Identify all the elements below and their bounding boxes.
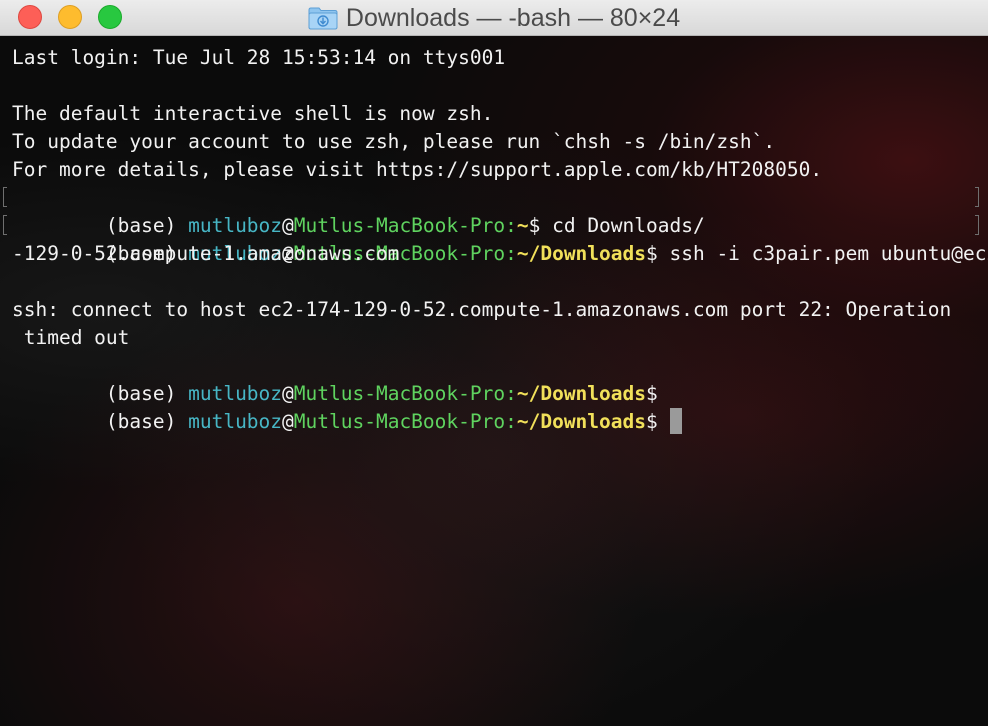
line-mark-left <box>3 187 7 207</box>
text-cursor[interactable] <box>669 408 682 434</box>
output-line: Last login: Tue Jul 28 15:53:14 on ttys0… <box>12 46 506 69</box>
terminal-output[interactable]: Last login: Tue Jul 28 15:53:14 on ttys0… <box>3 44 988 434</box>
output-line: To update your account to use zsh, pleas… <box>12 130 776 153</box>
prompt-line: (base) mutluboz@Mutlus-MacBook-Pro:~/Dow… <box>3 212 988 265</box>
prompt-user: mutluboz <box>188 410 283 433</box>
terminal-window: Downloads — -bash — 80×24 Last login: Tu… <box>0 0 988 726</box>
line-mark-right <box>975 187 979 207</box>
prompt-colon: : <box>505 410 517 433</box>
prompt-host: Mutlus-MacBook-Pro <box>293 410 506 433</box>
error-line: timed out <box>12 326 130 349</box>
prompt-base: (base) <box>105 410 189 433</box>
error-line: ssh: connect to host ec2-174-129-0-52.co… <box>12 298 952 321</box>
prompt-symbol: $ <box>646 410 658 433</box>
window-title-group: Downloads — -bash — 80×24 <box>0 0 988 36</box>
terminal-content[interactable]: Last login: Tue Jul 28 15:53:14 on ttys0… <box>0 36 988 726</box>
downloads-folder-icon <box>308 7 338 30</box>
prompt-line: (base) mutluboz@Mutlus-MacBook-Pro:~$ cd… <box>3 184 979 237</box>
title-bar[interactable]: Downloads — -bash — 80×24 <box>0 0 988 36</box>
command-wrap-line: -129-0-52.compute-1.amazonaws.com <box>12 242 400 265</box>
prompt-line: (base) mutluboz@Mutlus-MacBook-Pro:~/Dow… <box>12 352 978 405</box>
output-line: The default interactive shell is now zsh… <box>12 102 494 125</box>
active-prompt-line[interactable]: (base) mutluboz@Mutlus-MacBook-Pro:~/Dow… <box>12 380 978 434</box>
line-mark-left <box>3 215 7 235</box>
output-line: For more details, please visit https://s… <box>12 158 823 181</box>
window-title: Downloads — -bash — 80×24 <box>345 3 681 32</box>
line-mark-right <box>975 215 979 235</box>
prompt-path: ~/Downloads <box>516 410 646 433</box>
prompt-at: @ <box>282 410 294 433</box>
